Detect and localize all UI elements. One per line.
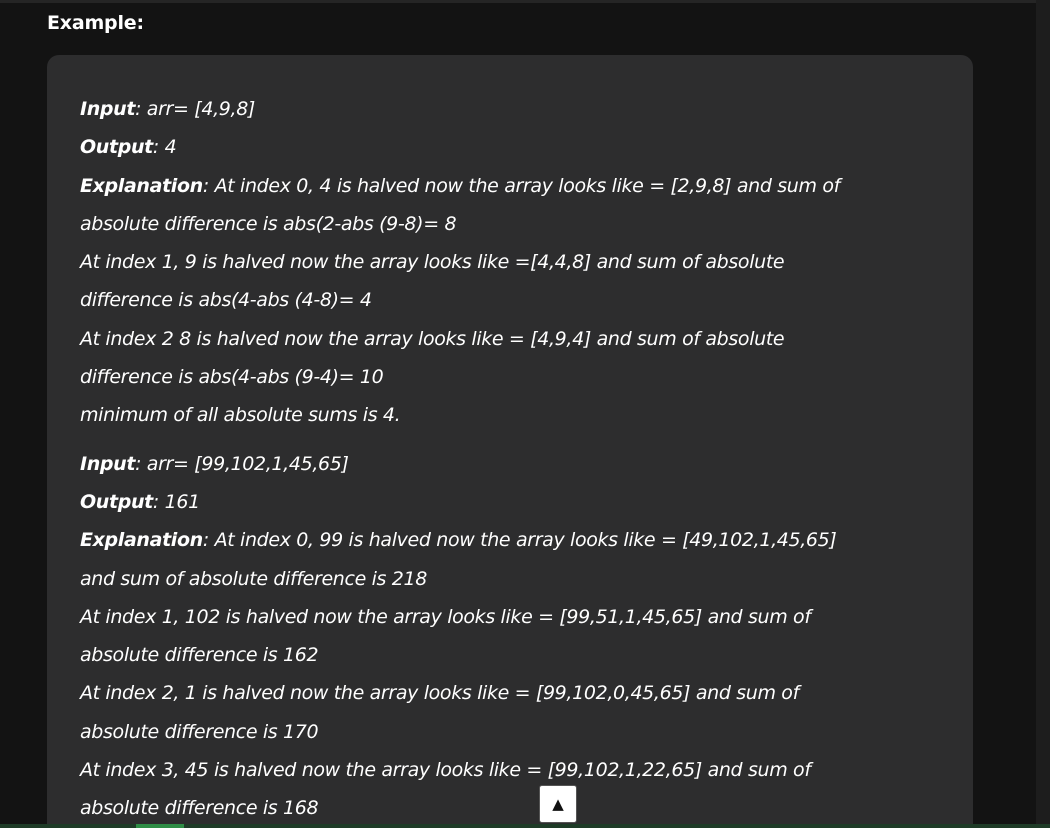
explanation-continuation: absolute difference is 168 <box>80 797 319 820</box>
input-line: Input: arr= [99,102,1,45,65] <box>80 445 953 483</box>
output-label: Output <box>80 136 153 159</box>
input-value: : arr= [99,102,1,45,65] <box>135 452 349 475</box>
output-value: : 161 <box>152 490 200 513</box>
bottom-accent <box>136 824 184 828</box>
input-value: : arr= [4,9,8] <box>135 98 255 120</box>
explanation-continuation: difference is abs(4-abs (9-4)= 10 <box>80 366 384 389</box>
explanation-continuation: absolute difference is 170 <box>80 720 319 743</box>
explanation-label: Explanation <box>80 529 203 552</box>
explanation-continuation: At index 1, 9 is halved now the array lo… <box>80 251 785 274</box>
example-box: Input: arr= [4,9,8] Output: 4 Explanatio… <box>47 55 973 828</box>
explanation-continuation: difference is abs(4-abs (4-8)= 4 <box>80 289 372 312</box>
output-label: Output <box>80 490 153 513</box>
output-line: Output: 4 <box>80 128 953 166</box>
explanation-continuation: minimum of all absolute sums is 4. <box>80 404 401 427</box>
explanation-continuation: At index 3, 45 is halved now the array l… <box>80 759 811 782</box>
input-label: Input <box>80 98 136 120</box>
explanation-continuation: absolute difference is 162 <box>80 644 319 667</box>
explanation-continuation: absolute difference is abs(2-abs (9-8)= … <box>80 212 457 235</box>
explanation-continuation: and sum of absolute difference is 218 <box>80 567 428 590</box>
explanation-continuation: At index 2 8 is halved now the array loo… <box>80 327 785 350</box>
explanation-continuation: At index 1, 102 is halved now the array … <box>80 605 811 628</box>
explanation-line: Explanation: At index 0, 4 is halved now… <box>80 167 953 205</box>
explanation-continuation: At index 2, 1 is halved now the array lo… <box>80 682 799 705</box>
example-case-1: Input: arr= [4,9,8] Output: 4 Explanatio… <box>80 90 953 435</box>
right-edge-strip <box>1036 0 1050 828</box>
scroll-to-top-button[interactable]: ▲ <box>539 785 577 823</box>
explanation-text: : At index 0, 99 is halved now the array… <box>202 529 837 552</box>
output-line: Output: 161 <box>80 483 953 521</box>
explanation-line: Explanation: At index 0, 99 is halved no… <box>80 521 953 559</box>
input-label: Input <box>80 452 136 475</box>
input-line: Input: arr= [4,9,8] <box>80 90 953 128</box>
output-value: : 4 <box>152 136 177 159</box>
example-heading: Example: <box>47 12 144 34</box>
top-divider <box>0 0 1050 3</box>
arrow-up-icon: ▲ <box>552 795 564 813</box>
example-case-2: Input: arr= [99,102,1,45,65] Output: 161… <box>80 445 953 828</box>
explanation-text: : At index 0, 4 is halved now the array … <box>202 174 840 197</box>
explanation-label: Explanation <box>80 174 203 197</box>
